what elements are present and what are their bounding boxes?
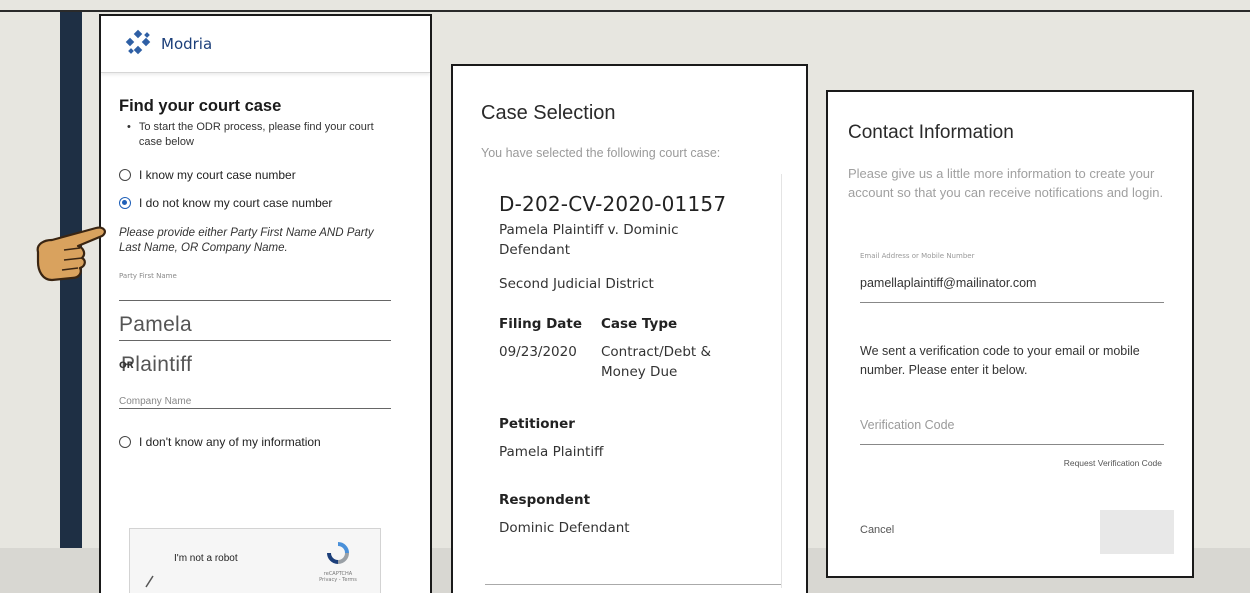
first-name-label: Party First Name: [119, 272, 177, 280]
radio-button[interactable]: [119, 436, 131, 448]
instruction-bullet: • To start the ODR process, please find …: [127, 120, 414, 150]
petitioner: Pamela Plaintiff: [499, 444, 604, 460]
case-card[interactable]: D-202-CV-2020-01157 Pamela Plaintiff v. …: [485, 174, 782, 588]
first-name-field[interactable]: [119, 280, 391, 301]
pointing-hand-icon: [36, 226, 106, 282]
request-code-link[interactable]: Request Verification Code: [1064, 458, 1162, 468]
verification-message: We sent a verification code to your emai…: [860, 344, 1140, 377]
radio-label: I do not know my court case number: [139, 196, 333, 210]
case-type: Contract/Debt & Money Due: [601, 344, 712, 380]
email-field[interactable]: pamellaplaintiff@mailinator.com: [860, 276, 1036, 290]
submit-button[interactable]: Submit: [1100, 510, 1174, 554]
filing-date-label: Filing Date: [499, 316, 583, 332]
captcha-brand-area: reCAPTCHA Privacy - Terms: [308, 571, 368, 583]
recaptcha-box[interactable]: I'm not a robot reCAPTCHA Privacy - Term…: [129, 528, 381, 593]
recaptcha-icon: [327, 542, 349, 564]
case-number: D-202-CV-2020-01157: [499, 192, 727, 216]
filing-date: 09/23/2020: [499, 344, 577, 360]
email-underline: [860, 302, 1164, 303]
radio-know-case-number[interactable]: I know my court case number: [119, 168, 414, 182]
or-label: OR: [119, 361, 134, 371]
instruction-text: To start the ODR process, please find yo…: [138, 121, 374, 148]
hint-text: Please provide either Party First Name A…: [119, 227, 374, 254]
email-label: Email Address or Mobile Number: [860, 252, 975, 260]
radio-button[interactable]: [119, 169, 131, 181]
radio-label: I don't know any of my information: [139, 435, 321, 449]
case-selection-subtitle: You have selected the following court ca…: [481, 146, 721, 160]
radio-dont-know-any[interactable]: I don't know any of my information: [119, 435, 414, 449]
radio-dont-know-case-number[interactable]: I do not know my court case number: [119, 196, 414, 210]
contact-description: Please give us a little more information…: [848, 166, 1164, 200]
radio-label: I know my court case number: [139, 168, 296, 182]
captcha-links[interactable]: Privacy - Terms: [308, 577, 368, 583]
cancel-button[interactable]: Cancel: [860, 524, 894, 536]
case-type-label: Case Type: [601, 316, 678, 332]
submit-label: Submit: [1119, 526, 1155, 538]
case-selection-title: Case Selection: [481, 102, 616, 124]
find-case-title: Find your court case: [119, 97, 282, 115]
company-name-field[interactable]: Company Name: [119, 385, 391, 409]
code-underline: [860, 444, 1164, 445]
district: Second Judicial District: [499, 276, 654, 292]
find-case-panel: Modria Find your court case • To start t…: [99, 14, 432, 593]
respondent-label: Respondent: [499, 492, 591, 508]
case-name: Pamela Plaintiff v. Dominic Defendant: [499, 222, 679, 258]
first-name-value: Pamela: [119, 313, 193, 336]
first-name-value-field[interactable]: Pamela: [119, 301, 391, 341]
brand-name: Modria: [161, 35, 213, 53]
company-name-label: Company Name: [119, 396, 192, 407]
top-divider: [0, 10, 1250, 12]
contact-information-panel: Contact Information Please give us a lit…: [826, 90, 1194, 578]
case-selection-panel: Case Selection You have selected the fol…: [451, 64, 808, 593]
navy-side-bar: [60, 12, 82, 593]
radio-button-selected[interactable]: [119, 197, 131, 209]
verification-code-input[interactable]: Verification Code: [860, 418, 955, 432]
respondent: Dominic Defendant: [499, 520, 630, 536]
contact-title: Contact Information: [848, 122, 1014, 143]
modria-logo-icon: [125, 29, 151, 57]
captcha-label: I'm not a robot: [174, 553, 238, 564]
petitioner-label: Petitioner: [499, 416, 575, 432]
divider: [485, 584, 781, 585]
last-name-field[interactable]: OR Plaintiff: [119, 341, 391, 385]
app-header: Modria: [101, 16, 430, 73]
checkmark-icon: [145, 575, 154, 588]
